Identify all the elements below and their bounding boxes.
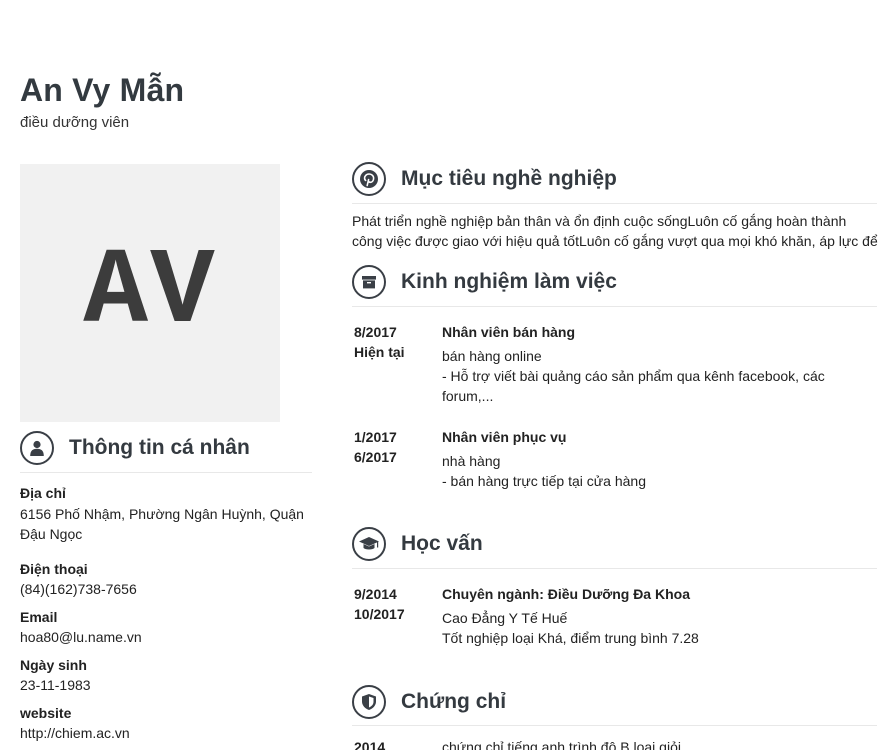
section-divider xyxy=(352,725,877,726)
avatar-initials: AV xyxy=(83,232,217,354)
experience-title: Kinh nghiệm làm việc xyxy=(401,270,617,293)
certificates-title: Chứng chỉ xyxy=(401,690,507,713)
objective-line: công việc được giao với hiệu quả tốtLuôn… xyxy=(352,233,878,249)
experience-heading: Kinh nghiệm làm việc xyxy=(352,265,617,299)
objective-text: Phát triển nghề nghiệp bản thân và ổn đị… xyxy=(352,211,882,251)
user-icon xyxy=(20,431,54,465)
objective-heading: Mục tiêu nghề nghiệp xyxy=(352,162,617,196)
section-divider xyxy=(20,472,312,473)
archive-box-icon xyxy=(352,265,386,299)
address-label: Địa chỉ xyxy=(20,485,66,501)
entry-start-date: 1/2017 xyxy=(354,429,397,445)
objective-line: Phát triển nghề nghiệp bản thân và ổn đị… xyxy=(352,213,847,229)
entry-title: Nhân viên bán hàng xyxy=(442,324,576,340)
website-value: http://chiem.ac.vn xyxy=(20,725,130,741)
entry-detail: Tốt nghiệp loại Khá, điểm trung bình 7.2… xyxy=(442,630,699,646)
entry-detail: - bán hàng trực tiếp tại cửa hàng xyxy=(442,473,646,489)
email-label: Email xyxy=(20,609,58,625)
education-heading: Học vấn xyxy=(352,527,483,561)
section-divider xyxy=(352,568,877,569)
education-title: Học vấn xyxy=(401,532,483,555)
certificates-heading: Chứng chỉ xyxy=(352,685,506,719)
section-divider xyxy=(352,306,877,307)
section-divider xyxy=(352,203,877,204)
entry-company: nhà hàng xyxy=(442,453,501,469)
certificate-title: chứng chỉ tiếng anh trình độ B loại giỏi xyxy=(442,739,681,750)
candidate-job-title: điều dưỡng viên xyxy=(20,114,130,131)
entry-end-date: 10/2017 xyxy=(354,606,405,622)
entry-title: Chuyên ngành: Điều Dưỡng Đa Khoa xyxy=(442,586,690,602)
entry-end-date: Hiện tại xyxy=(354,344,405,360)
entry-title: Nhân viên phục vụ xyxy=(442,429,567,445)
birthday-label: Ngày sinh xyxy=(20,657,87,673)
pinterest-icon xyxy=(352,162,386,196)
entry-start-date: 8/2017 xyxy=(354,324,397,340)
entry-start-date: 9/2014 xyxy=(354,586,397,602)
phone-label: Điện thoại xyxy=(20,561,88,577)
entry-school: Cao Đẳng Y Tế Huế xyxy=(442,610,568,626)
shield-icon xyxy=(352,685,386,719)
candidate-name: An Vy Mẫn xyxy=(20,72,185,108)
birthday-value: 23-11-1983 xyxy=(20,677,91,693)
personal-info-heading: Thông tin cá nhân xyxy=(20,431,250,465)
entry-detail: - Hỗ trợ viết bài quảng cáo sản phẩm qua… xyxy=(442,368,825,404)
entry-company: bán hàng online xyxy=(442,348,542,364)
email-value: hoa80@lu.name.vn xyxy=(20,629,142,645)
website-label: website xyxy=(20,705,72,721)
entry-end-date: 6/2017 xyxy=(354,449,397,465)
certificate-year: 2014 xyxy=(354,739,386,750)
phone-value: (84)(162)738-7656 xyxy=(20,581,137,597)
personal-info-title: Thông tin cá nhân xyxy=(69,436,250,459)
objective-title: Mục tiêu nghề nghiệp xyxy=(401,167,617,190)
address-value: 6156 Phố Nhậm, Phường Ngân Huỳnh, Quận Đ… xyxy=(20,506,304,542)
avatar: AV xyxy=(20,164,280,422)
graduation-cap-icon xyxy=(352,527,386,561)
